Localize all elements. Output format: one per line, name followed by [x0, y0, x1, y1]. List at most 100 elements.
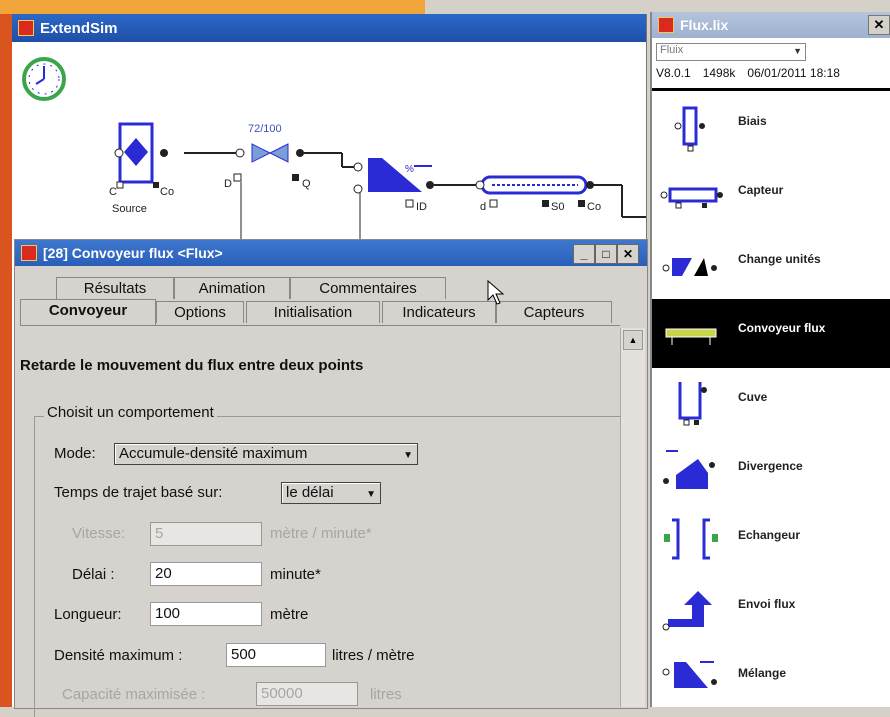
maximize-button[interactable]: □ — [595, 244, 617, 264]
library-item-echangeur[interactable]: Echangeur — [652, 506, 890, 575]
tab-animation[interactable]: Animation — [174, 277, 290, 299]
dialog-title: [28] Convoyeur flux <Flux> — [43, 245, 223, 261]
merge-pct-label: % — [405, 164, 414, 175]
orange-frame-left — [0, 0, 12, 707]
change-unites-icon — [662, 258, 717, 276]
convoyeur-flux-icon — [665, 328, 717, 345]
library-dropdown-value: Fluix — [660, 44, 684, 56]
delai-label: Délai : — [72, 566, 115, 583]
valve-d-label: D — [224, 178, 232, 190]
echangeur-icon — [664, 518, 718, 560]
library-item-envoi-flux[interactable]: Envoi flux — [652, 575, 890, 644]
library-item-label: Echangeur — [738, 528, 801, 542]
library-window: Flux.lix ✕ Fluix ▼ V8.0.1 1498k 06/01/20… — [650, 12, 890, 707]
library-item-biais[interactable]: Biais — [652, 92, 890, 161]
library-item-label: Divergence — [738, 459, 803, 473]
valve-block[interactable]: 72/100 D Q — [224, 123, 311, 190]
vitesse-field[interactable]: 5 — [150, 522, 262, 546]
delai-field[interactable]: 20 — [150, 562, 262, 586]
library-dropdown[interactable]: Fluix ▼ — [656, 43, 806, 61]
library-meta: V8.0.1 1498k 06/01/2011 18:18 — [656, 66, 890, 80]
tab-initialisation[interactable]: Initialisation — [246, 301, 380, 323]
library-item-convoyeur-flux[interactable]: Convoyeur flux — [652, 299, 890, 368]
extendsim-title: ExtendSim — [40, 19, 118, 37]
valve-q-label: Q — [302, 178, 311, 190]
conveyor-s0-label: S0 — [551, 201, 564, 213]
divergence-icon — [663, 450, 715, 489]
valve-counter-label: 72/100 — [248, 123, 282, 135]
tab-commentaires[interactable]: Commentaires — [290, 277, 446, 299]
dialog-description: Retarde le mouvement du flux entre deux … — [20, 357, 364, 374]
extendsim-app-icon — [18, 20, 34, 36]
library-close-button[interactable]: ✕ — [868, 15, 890, 35]
clock-icon[interactable] — [22, 57, 66, 101]
capacite-field[interactable]: 50000 — [256, 682, 358, 706]
densite-label: Densité maximum : — [54, 647, 183, 664]
library-item-label: Convoyeur flux — [738, 321, 826, 335]
behavior-group-label: Choisit un comportement — [44, 404, 217, 421]
library-item-label: Biais — [738, 114, 767, 128]
temps-select[interactable]: le délai ▼ — [281, 482, 381, 504]
chevron-down-icon: ▼ — [366, 489, 376, 500]
source-c-label: C — [109, 186, 117, 198]
library-item-melange[interactable]: Mélange — [652, 644, 890, 713]
longueur-unit: mètre — [270, 606, 309, 623]
longueur-label: Longueur: — [54, 606, 122, 623]
library-item-cuve[interactable]: Cuve — [652, 368, 890, 437]
library-item-change-unites[interactable]: Change unités — [652, 230, 890, 299]
library-separator — [652, 88, 890, 91]
densite-unit: litres / mètre — [332, 647, 415, 664]
extendsim-titlebar[interactable]: ExtendSim — [12, 14, 646, 42]
tab-underline — [20, 325, 620, 326]
library-item-capteur[interactable]: Capteur — [652, 161, 890, 230]
model-canvas[interactable]: C Co Source 72/100 D Q % ID d S0 Co — [12, 42, 646, 262]
library-item-label: Change unités — [738, 252, 821, 266]
temps-select-value: le délai — [286, 484, 334, 501]
vitesse-unit: mètre / minute* — [270, 525, 372, 542]
dialog-app-icon — [21, 245, 37, 261]
conveyor-block[interactable]: d S0 Co — [475, 175, 601, 213]
library-app-icon — [658, 17, 674, 33]
envoi-flux-icon — [662, 591, 712, 631]
library-item-label: Envoi flux — [738, 597, 796, 611]
library-titlebar[interactable]: Flux.lix ✕ — [652, 12, 890, 38]
capacite-unit: litres — [370, 686, 402, 703]
capteur-icon — [660, 187, 723, 209]
conveyor-co-label: Co — [587, 201, 601, 213]
source-co-label: Co — [160, 186, 174, 198]
chevron-down-icon: ▼ — [793, 46, 802, 56]
library-version: V8.0.1 — [656, 66, 691, 80]
tab-capteurs[interactable]: Capteurs — [496, 301, 612, 323]
source-label: Source — [112, 203, 147, 215]
cuve-icon — [678, 382, 707, 426]
tab-resultats[interactable]: Résultats — [56, 277, 174, 299]
tab-options[interactable]: Options — [156, 301, 244, 323]
close-button[interactable]: ✕ — [617, 244, 639, 264]
scroll-up-icon[interactable]: ▲ — [623, 330, 643, 350]
library-item-label: Cuve — [738, 390, 768, 404]
capacite-label: Capacité maximisée : — [62, 686, 206, 703]
library-date: 06/01/2011 18:18 — [747, 66, 840, 80]
library-title: Flux.lix — [680, 17, 729, 33]
library-items: Biais Capteur Change unités Convoyeur fl… — [652, 92, 890, 713]
biais-icon — [674, 106, 705, 152]
tab-indicateurs[interactable]: Indicateurs — [382, 301, 496, 323]
dialog-scrollbar[interactable]: ▲ — [620, 328, 645, 707]
tab-convoyeur[interactable]: Convoyeur — [20, 299, 156, 325]
mode-select[interactable]: Accumule-densité maximum ▼ — [114, 443, 418, 465]
mode-select-value: Accumule-densité maximum — [119, 445, 308, 462]
delai-unit: minute* — [270, 566, 321, 583]
source-block[interactable]: C Co Source — [109, 122, 174, 215]
merge-block[interactable]: % ID — [353, 158, 434, 213]
library-item-label: Mélange — [738, 666, 787, 680]
dialog-titlebar[interactable]: [28] Convoyeur flux <Flux> _ □ ✕ — [15, 240, 647, 266]
vitesse-label: Vitesse: — [72, 525, 126, 542]
minimize-button[interactable]: _ — [573, 244, 595, 264]
library-size: 1498k — [702, 66, 736, 80]
longueur-field[interactable]: 100 — [150, 602, 262, 626]
temps-label: Temps de trajet basé sur: — [54, 484, 223, 501]
library-item-divergence[interactable]: Divergence — [652, 437, 890, 506]
library-item-label: Capteur — [738, 183, 784, 197]
conveyor-d-label: d — [480, 201, 486, 213]
densite-field[interactable]: 500 — [226, 643, 326, 667]
